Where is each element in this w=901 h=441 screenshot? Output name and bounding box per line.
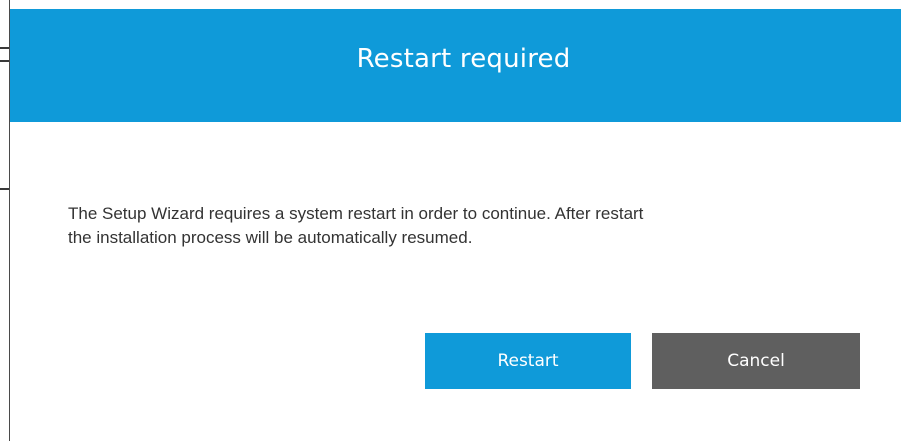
dialog-message: The Setup Wizard requires a system resta… (68, 202, 858, 250)
edge-mark (0, 60, 9, 62)
dialog-title: Restart required (356, 43, 571, 74)
cancel-button[interactable]: Cancel (652, 333, 860, 389)
edge-mark (0, 188, 9, 190)
message-line: The Setup Wizard requires a system resta… (68, 204, 644, 223)
restart-button[interactable]: Restart (425, 333, 631, 389)
dialog-title-bar: Restart required (10, 9, 901, 122)
edge-mark (0, 47, 9, 49)
message-line: the installation process will be automat… (68, 228, 473, 247)
restart-dialog: Restart required The Setup Wizard requir… (10, 0, 901, 441)
background-window-edge (0, 0, 10, 441)
